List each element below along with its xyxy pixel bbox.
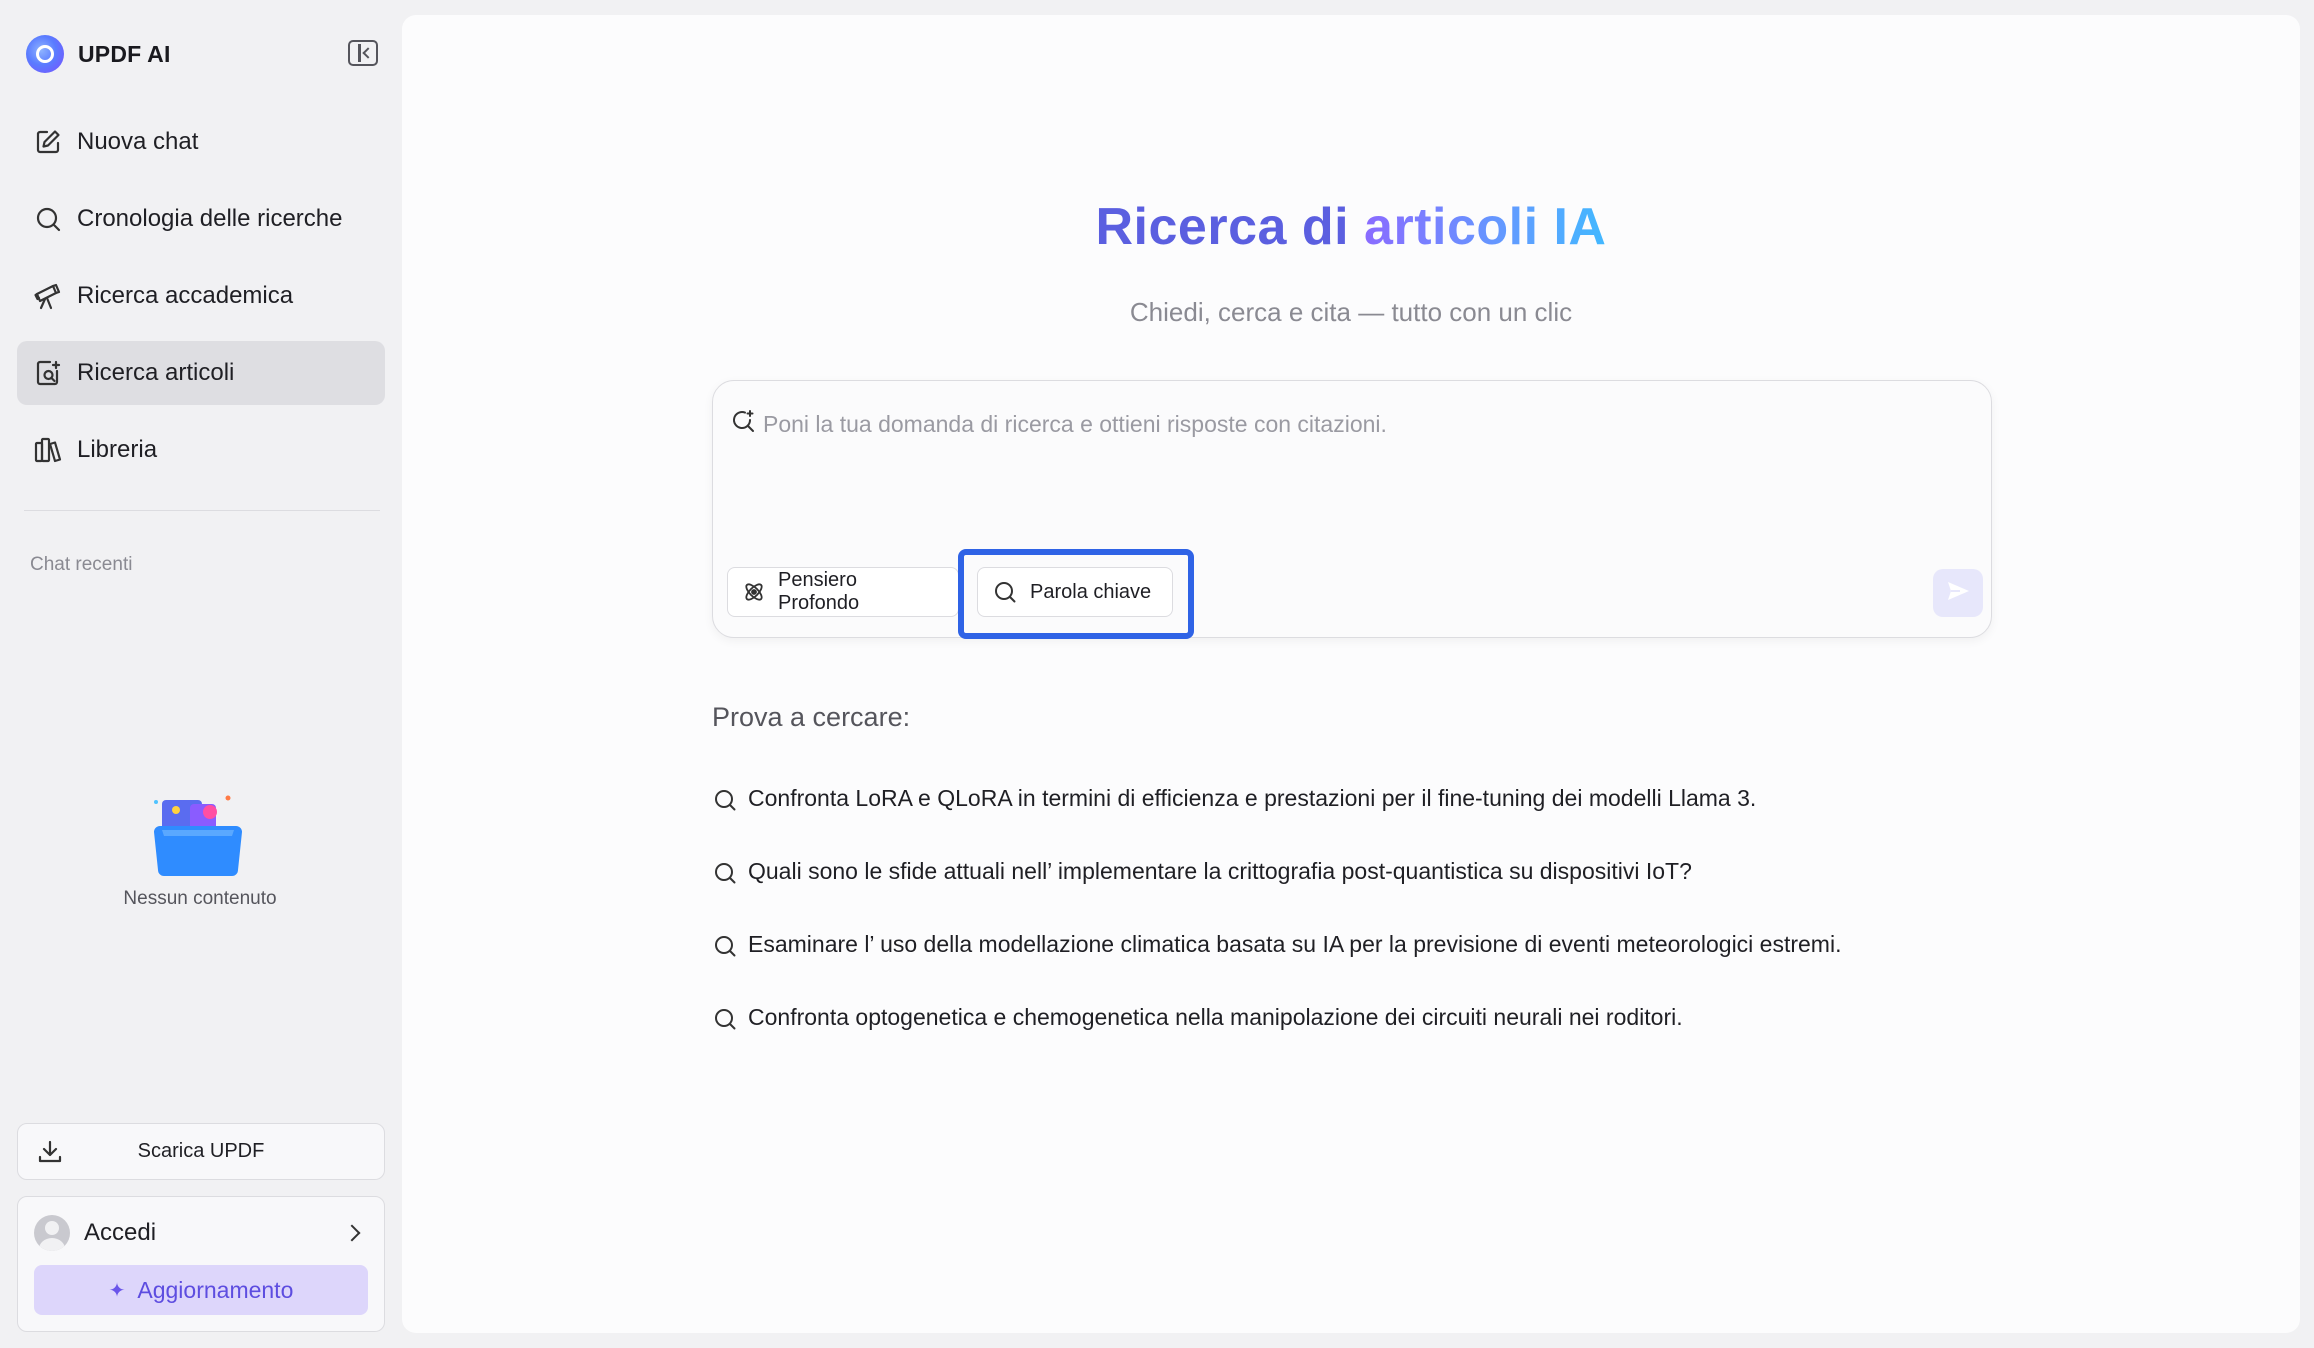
search-icon	[992, 579, 1018, 605]
suggestion-text: Quali sono le sfide attuali nell’ implem…	[748, 858, 1692, 884]
telescope-icon	[33, 281, 63, 311]
empty-state-text: Nessun contenuto	[123, 888, 277, 909]
brand[interactable]: UPDF AI	[26, 34, 171, 74]
query-box: Pensiero Profondo Parola chiave	[712, 380, 1992, 638]
send-icon	[1945, 578, 1971, 609]
keyword-label: Parola chiave	[1030, 580, 1152, 603]
title-part-2: articoli IA	[1364, 198, 1607, 256]
deep-thinking-label: Pensiero Profondo	[778, 569, 860, 614]
sidebar-item-library[interactable]: Libreria	[17, 418, 385, 482]
sidebar-nav: Nuova chat Cronologia delle ricerche Ric…	[17, 110, 385, 495]
query-input[interactable]	[763, 411, 1943, 501]
search-sparkle-icon	[731, 409, 757, 440]
chevron-right-icon	[343, 1224, 361, 1242]
suggestion-text: Esaminare l’ uso della modellazione clim…	[748, 931, 1842, 957]
main-panel: Ricerca di articoli IA Chiedi, cerca e c…	[402, 15, 2300, 1333]
download-label: Scarica UPDF	[137, 1140, 265, 1162]
avatar	[34, 1215, 70, 1251]
sidebar-item-new-chat[interactable]: Nuova chat	[17, 110, 385, 174]
suggestion-item[interactable]: Quali sono le sfide attuali nell’ implem…	[712, 858, 1841, 931]
sidebar-item-label: Cronologia delle ricerche	[77, 205, 343, 232]
download-updf-button[interactable]: Scarica UPDF	[17, 1123, 385, 1180]
search-icon	[712, 860, 738, 886]
search-icon	[712, 787, 738, 813]
suggestion-text: Confronta optogenetica e chemogenetica n…	[748, 1004, 1683, 1030]
download-icon	[36, 1138, 64, 1172]
sidebar-item-label: Libreria	[77, 436, 158, 463]
page-subtitle: Chiedi, cerca e cita — tutto con un clic	[1129, 297, 1573, 327]
sidebar: UPDF AI Nuova chat Cronologia delle rice…	[0, 0, 400, 1348]
updf-logo-icon	[26, 35, 64, 73]
empty-folder-icon	[150, 790, 250, 880]
upgrade-button[interactable]: ✦ Aggiornamento	[34, 1265, 368, 1315]
search-icon	[712, 933, 738, 959]
document-search-icon	[33, 358, 63, 388]
suggestion-text: Confronta LoRA e QLoRA in termini di eff…	[748, 785, 1757, 811]
suggestion-item[interactable]: Confronta optogenetica e chemogenetica n…	[712, 1004, 1841, 1077]
collapse-sidebar-icon[interactable]	[348, 40, 378, 66]
library-icon	[33, 435, 63, 465]
sparkle-icon: ✦	[108, 1279, 126, 1302]
sidebar-item-article-search[interactable]: Ricerca articoli	[17, 341, 385, 405]
suggestion-list: Confronta LoRA e QLoRA in termini di eff…	[712, 785, 1841, 1077]
sidebar-item-search-history[interactable]: Cronologia delle ricerche	[17, 187, 385, 251]
atom-icon	[742, 580, 766, 604]
sidebar-item-label: Nuova chat	[77, 128, 199, 155]
sidebar-item-academic-search[interactable]: Ricerca accademica	[17, 264, 385, 328]
login-row[interactable]: Accedi	[34, 1213, 368, 1253]
try-search-label: Prova a cercare:	[712, 702, 911, 732]
suggestion-item[interactable]: Esaminare l’ uso della modellazione clim…	[712, 931, 1841, 1004]
sidebar-item-label: Ricerca articoli	[77, 359, 235, 386]
search-icon	[33, 204, 63, 234]
sidebar-divider	[24, 510, 380, 511]
keyword-toggle[interactable]: Parola chiave	[977, 567, 1173, 617]
page-title: Ricerca di articoli IA	[402, 197, 2300, 257]
send-button[interactable]	[1933, 569, 1983, 617]
upgrade-label: Aggiornamento	[137, 1276, 294, 1303]
recent-chats-label: Chat recenti	[30, 554, 133, 575]
title-part-1: Ricerca di	[1095, 198, 1365, 256]
suggestion-item[interactable]: Confronta LoRA e QLoRA in termini di eff…	[712, 785, 1841, 858]
edit-icon	[33, 127, 63, 157]
deep-thinking-toggle[interactable]: Pensiero Profondo	[727, 567, 959, 617]
app-name: UPDF AI	[78, 40, 171, 67]
sidebar-item-label: Ricerca accademica	[77, 282, 294, 309]
login-label: Accedi	[84, 1219, 157, 1246]
search-icon	[712, 1006, 738, 1032]
account-panel: Accedi ✦ Aggiornamento	[17, 1196, 385, 1332]
